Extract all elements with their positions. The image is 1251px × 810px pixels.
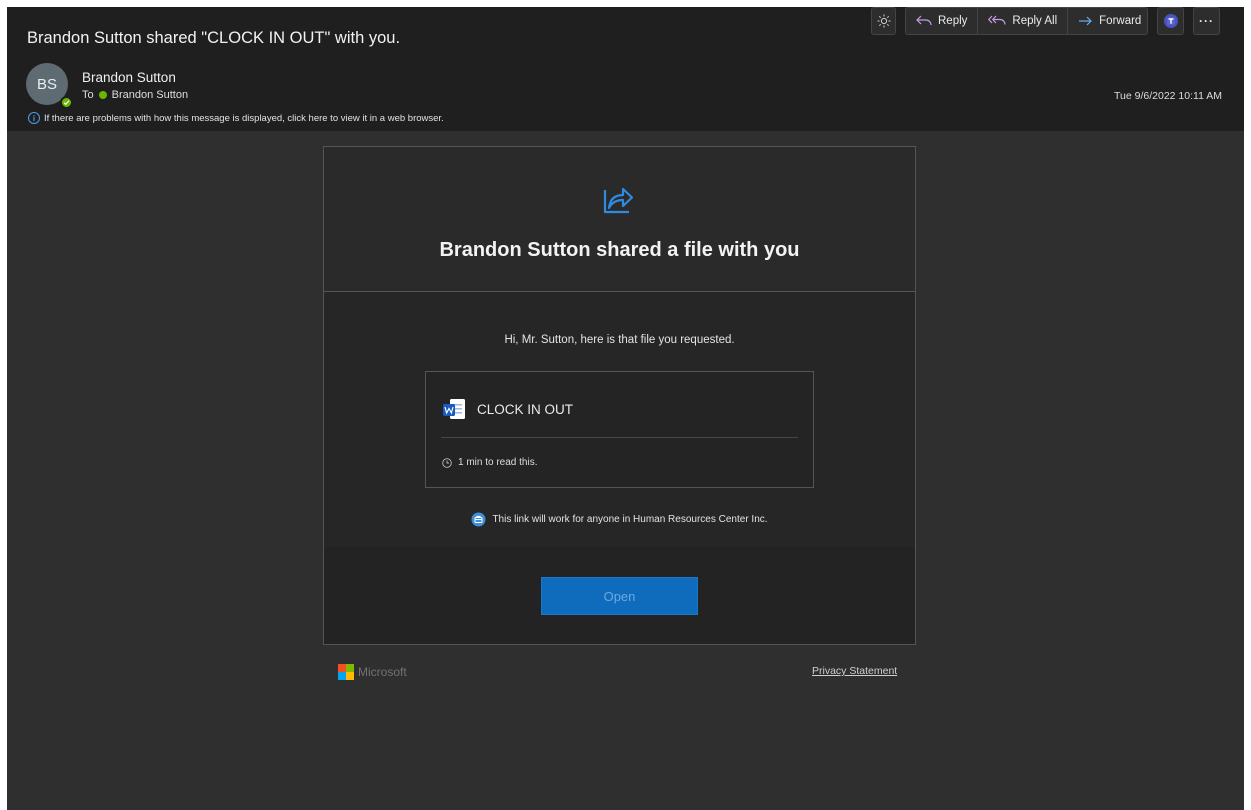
to-label: To <box>82 89 94 101</box>
teams-icon <box>1163 14 1178 28</box>
reply-all-button[interactable]: Reply All <box>978 8 1069 34</box>
message-subject: Brandon Sutton shared "CLOCK IN OUT" wit… <box>27 29 401 47</box>
response-button-group: Reply Reply All Forward <box>905 7 1148 35</box>
microsoft-text: Microsoft <box>358 665 407 679</box>
forward-button[interactable]: Forward <box>1068 8 1151 34</box>
file-preview[interactable]: CLOCK IN OUT 1 min to read this. <box>425 371 814 488</box>
share-notification-card: Brandon Sutton shared a file with you Hi… <box>323 146 916 645</box>
open-label: Open <box>603 588 636 604</box>
info-icon: i <box>28 112 40 124</box>
card-action-area: Open <box>324 547 915 644</box>
brightness-toggle-button[interactable] <box>871 7 896 35</box>
clock-icon <box>442 457 452 468</box>
word-icon <box>443 399 465 419</box>
message-header: Brandon Sutton shared "CLOCK IN OUT" wit… <box>7 7 1244 131</box>
link-scope-note: This link will work for anyone in Human … <box>324 512 915 527</box>
reply-button[interactable]: Reply <box>906 8 979 34</box>
brightness-icon <box>877 14 890 28</box>
info-bar[interactable]: i If there are problems with how this me… <box>28 112 444 124</box>
avatar-initials: BS <box>36 75 57 93</box>
file-name[interactable]: CLOCK IN OUT <box>477 402 573 417</box>
card-title: Brandon Sutton shared a file with you <box>439 239 800 261</box>
info-bar-text[interactable]: If there are problems with how this mess… <box>44 113 444 124</box>
sender-name[interactable]: Brandon Sutton <box>82 70 176 85</box>
email-reading-pane: Brandon Sutton shared "CLOCK IN OUT" wit… <box>7 7 1244 810</box>
teams-button[interactable] <box>1157 7 1184 35</box>
more-actions-button[interactable]: ··· <box>1193 7 1220 35</box>
link-scope-text: This link will work for anyone in Human … <box>492 514 768 525</box>
reply-all-icon <box>988 15 1007 25</box>
microsoft-brand: Microsoft <box>338 664 407 680</box>
forward-label: Forward <box>1099 15 1142 27</box>
greeting-text: Hi, Mr. Sutton, here is that file you re… <box>504 334 735 346</box>
more-actions-icon: ··· <box>1199 14 1214 28</box>
recipient-presence-icon <box>98 91 107 99</box>
organization-icon <box>471 512 486 527</box>
forward-icon <box>1079 16 1093 26</box>
privacy-statement-link[interactable]: Privacy Statement <box>812 665 897 677</box>
card-header: Brandon Sutton shared a file with you <box>324 147 915 292</box>
presence-available-icon <box>60 96 73 109</box>
recipients-line: To Brandon Sutton <box>82 89 188 101</box>
recipient-name[interactable]: Brandon Sutton <box>112 89 188 101</box>
reply-icon <box>916 15 932 26</box>
message-timestamp: Tue 9/6/2022 10:11 AM <box>1114 90 1222 102</box>
share-icon <box>603 187 634 214</box>
read-time: 1 min to read this. <box>442 457 537 468</box>
reply-label: Reply <box>938 15 968 27</box>
open-button[interactable]: Open <box>541 577 698 615</box>
reply-all-label: Reply All <box>1012 15 1058 27</box>
microsoft-logo <box>338 664 354 680</box>
file-divider <box>441 437 798 438</box>
read-time-text: 1 min to read this. <box>458 457 538 468</box>
